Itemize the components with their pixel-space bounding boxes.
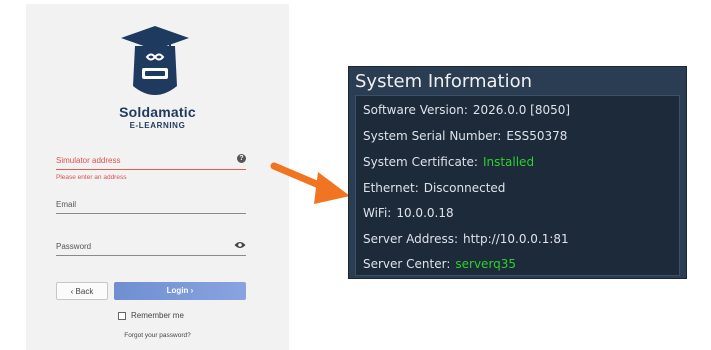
system-information-body: Software Version: 2026.0.0 [8050] System … (355, 95, 680, 276)
email-label: Email (56, 200, 77, 209)
back-button[interactable]: ‹ Back (56, 282, 108, 300)
info-row-server-address: Server Address: http://10.0.0.1:81 (363, 232, 569, 246)
info-value: serverq35 (455, 257, 517, 271)
system-information-title: System Information (355, 71, 533, 92)
password-label: Password (56, 242, 92, 251)
info-row-wifi: WiFi: 10.0.0.18 (363, 206, 454, 220)
email-field[interactable]: Email (56, 198, 246, 214)
simulator-address-label: Simulator address (56, 156, 121, 165)
show-password-eye-icon[interactable] (234, 241, 246, 249)
password-field[interactable]: Password (56, 240, 246, 256)
info-label: Software Version: (363, 103, 468, 117)
login-button[interactable]: Login › (114, 282, 246, 300)
system-information-panel: System Information Software Version: 2026… (348, 66, 687, 279)
info-row-certificate: System Certificate: Installed (363, 155, 534, 169)
login-panel: Soldamatic E-LEARNING Simulator address … (26, 4, 289, 350)
field-underline (56, 213, 246, 214)
graduation-helmet-logo (121, 26, 189, 95)
back-button-label: Back (75, 287, 94, 296)
chevron-right-icon: › (190, 286, 194, 295)
simulator-address-field[interactable]: Simulator address ? (56, 154, 246, 170)
info-label: Ethernet: (363, 181, 419, 195)
info-value: ESS50378 (506, 129, 568, 143)
info-value: Installed (482, 155, 535, 169)
help-icon[interactable]: ? (237, 154, 246, 163)
login-button-label: Login (166, 286, 189, 295)
forgot-password-link[interactable]: Forgot your password? (26, 332, 289, 339)
brand-subtitle: E-LEARNING (129, 121, 186, 130)
info-row-software-version: Software Version: 2026.0.0 [8050] (363, 103, 570, 117)
info-value: 2026.0.0 [8050] (472, 103, 571, 117)
info-row-server-center: Server Center: serverq35 (363, 257, 516, 271)
field-underline (56, 255, 246, 256)
info-label: System Serial Number: (363, 129, 502, 143)
info-label: Server Center: (363, 257, 451, 271)
info-row-serial-number: System Serial Number: ESS50378 (363, 129, 567, 143)
remember-me-checkbox[interactable] (118, 311, 126, 320)
info-value: 10.0.0.18 (396, 206, 454, 220)
remember-me-label: Remember me (131, 311, 184, 320)
info-value: Disconnected (423, 181, 506, 195)
brand-name: Soldamatic (119, 104, 196, 120)
info-value: http://10.0.0.1:81 (463, 232, 569, 246)
chevron-left-icon: ‹ (70, 287, 74, 296)
info-label: System Certificate: (363, 155, 478, 169)
simulator-address-error: Please enter an address (56, 174, 127, 181)
orange-arrow-icon (270, 162, 350, 204)
info-label: WiFi: (363, 206, 392, 220)
info-label: Server Address: (363, 232, 458, 246)
info-row-ethernet: Ethernet: Disconnected (363, 181, 505, 195)
field-underline (56, 169, 246, 170)
remember-me[interactable]: Remember me (118, 311, 184, 320)
